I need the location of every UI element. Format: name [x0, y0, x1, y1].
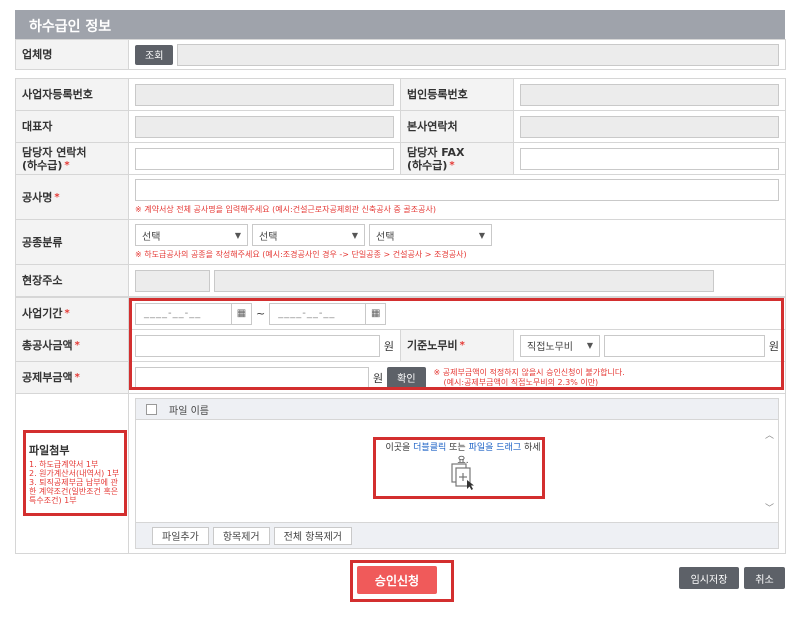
hq-contact-label: 본사연락처 — [400, 110, 514, 143]
project-name-label: 공사명 * — [15, 174, 129, 220]
labor-cost-input[interactable] — [604, 334, 765, 357]
required-mark: * — [74, 372, 80, 383]
scroll-down-icon[interactable]: ﹀ — [765, 501, 774, 514]
project-name-input[interactable] — [135, 179, 779, 201]
dropdown-arrow-icon: ▼ — [478, 230, 485, 240]
site-address-field — [214, 269, 714, 292]
site-zipcode-field — [135, 269, 210, 292]
manager-contact-input[interactable] — [135, 147, 394, 170]
won-unit: 원 — [768, 339, 780, 353]
calendar-icon[interactable]: ▦ — [365, 303, 385, 324]
manager-fax-label: 담당자 FAX (하수급) * — [400, 142, 514, 175]
dropdown-arrow-icon: ▼ — [234, 230, 241, 240]
manager-contact-label: 담당자 연락처 (하수급) * — [15, 142, 129, 175]
deduction-amount-input[interactable] — [135, 366, 369, 389]
labor-type-select[interactable]: 직접노무비 ▼ — [520, 334, 600, 357]
file-list-header: 파일 이름 — [136, 399, 779, 420]
file-name-column: 파일 이름 — [169, 405, 209, 417]
hq-contact-field — [520, 115, 779, 138]
attachment-label-cell: 파일첨부 1. 하도급계약서 1부 2. 원가계산서(내역서) 1부 3. 퇴직… — [15, 393, 129, 554]
contract-table: 사업기간 * ____-__-__ ▦ ~ ____-__-__ ▦ 총공사금액 * — [15, 297, 787, 554]
corp-reg-no-field — [520, 83, 779, 106]
dropdown-arrow-icon: ▼ — [351, 230, 358, 240]
corp-reg-no-label: 법인등록번호 — [400, 78, 514, 111]
required-mark: * — [64, 308, 70, 319]
work-category-label: 공종분류 — [15, 219, 129, 265]
remove-item-button[interactable]: 항목제거 — [212, 526, 270, 545]
deduction-amount-label: 공제부금액 * — [15, 361, 129, 394]
required-mark: * — [54, 191, 60, 203]
end-date-input[interactable]: ____-__-__ ▦ — [269, 302, 387, 325]
period-separator: ~ — [256, 307, 266, 320]
scroll-up-icon[interactable]: ︿ — [765, 428, 774, 441]
dropdown-arrow-icon: ▼ — [586, 341, 593, 350]
required-mark: * — [74, 340, 80, 351]
period-label: 사업기간 * — [15, 297, 129, 330]
temp-save-button[interactable]: 임시저장 — [679, 567, 739, 589]
won-unit: 원 — [373, 371, 384, 385]
double-click-link[interactable]: 더블클릭 — [413, 443, 446, 453]
attachment-requirements: 파일첨부 1. 하도급계약서 1부 2. 원가계산서(내역서) 1부 3. 퇴직… — [26, 434, 126, 513]
deduction-note: ※ 공제부금액이 적정하지 않을시 승인신청이 불가합니다. (예시:공제부금액… — [433, 367, 625, 387]
requirement-item: 2. 원가계산서(내역서) 1부 — [29, 469, 120, 478]
work-category-select-1[interactable]: 선택 ▼ — [135, 224, 248, 246]
biz-reg-no-field — [135, 83, 394, 106]
section-title: 하수급인 정보 — [15, 10, 785, 39]
required-mark: * — [459, 340, 465, 351]
project-name-note: ※ 계약서상 전체 공사명을 입력해주세요 (예시:건설근로자공제회관 신축공사… — [135, 205, 436, 214]
requirement-item: 3. 퇴직공제부금 납부에 관한 계약조건(일반조건 혹은 특수조건) 1부 — [29, 478, 119, 505]
file-add-icon — [449, 462, 477, 493]
required-mark: * — [64, 159, 70, 171]
drag-file-link[interactable]: 파일을 드래그 — [469, 443, 522, 453]
info-table: 사업자등록번호 법인등록번호 대표자 본사연락처 담당자 연락처 (하수급) * … — [15, 78, 786, 297]
company-label: 업체명 — [15, 39, 129, 70]
approve-request-button[interactable]: 승인신청 — [357, 566, 437, 594]
file-actions: 파일추가 항목제거 전체 항목제거 — [136, 522, 779, 548]
won-unit: 원 — [383, 339, 394, 353]
biz-reg-no-label: 사업자등록번호 — [15, 78, 129, 111]
calendar-icon[interactable]: ▦ — [231, 303, 251, 324]
company-name-field[interactable] — [177, 43, 779, 66]
remove-all-button[interactable]: 전체 항목제거 — [273, 526, 353, 545]
ceo-field — [135, 115, 394, 138]
total-amount-label: 총공사금액 * — [15, 329, 129, 362]
required-mark: * — [449, 159, 455, 171]
company-table: 업체명 조회 — [15, 39, 786, 70]
start-date-input[interactable]: ____-__-__ ▦ — [135, 302, 252, 325]
company-lookup-button[interactable]: 조회 — [135, 44, 174, 65]
confirm-button[interactable]: 확인 — [387, 366, 426, 389]
work-category-note: ※ 하도급공사의 공종을 작성해주세요 (예시:조경공사인 경우 -> 단일공종… — [135, 250, 467, 259]
site-address-label: 현장주소 — [15, 264, 129, 297]
attachment-label: 파일첨부 — [29, 444, 70, 457]
labor-cost-label: 기준노무비 * — [400, 329, 514, 362]
requirement-item: 1. 하도급계약서 1부 — [29, 460, 99, 469]
select-all-checkbox[interactable] — [146, 403, 157, 415]
ceo-label: 대표자 — [15, 110, 129, 143]
file-upload-area: 파일 이름 ︿ ﹀ 이곳을 더블클릭 또는 파일을 드래그 하세요. 파일추가 … — [135, 398, 780, 549]
total-amount-input[interactable] — [135, 334, 380, 357]
manager-fax-input[interactable] — [520, 147, 779, 170]
cancel-button[interactable]: 취소 — [744, 567, 785, 589]
add-file-button[interactable]: 파일추가 — [152, 526, 209, 545]
work-category-select-2[interactable]: 선택 ▼ — [252, 224, 365, 246]
file-drop-zone[interactable]: ︿ ﹀ 이곳을 더블클릭 또는 파일을 드래그 하세요. — [136, 420, 778, 522]
work-category-select-3[interactable]: 선택 ▼ — [369, 224, 492, 246]
